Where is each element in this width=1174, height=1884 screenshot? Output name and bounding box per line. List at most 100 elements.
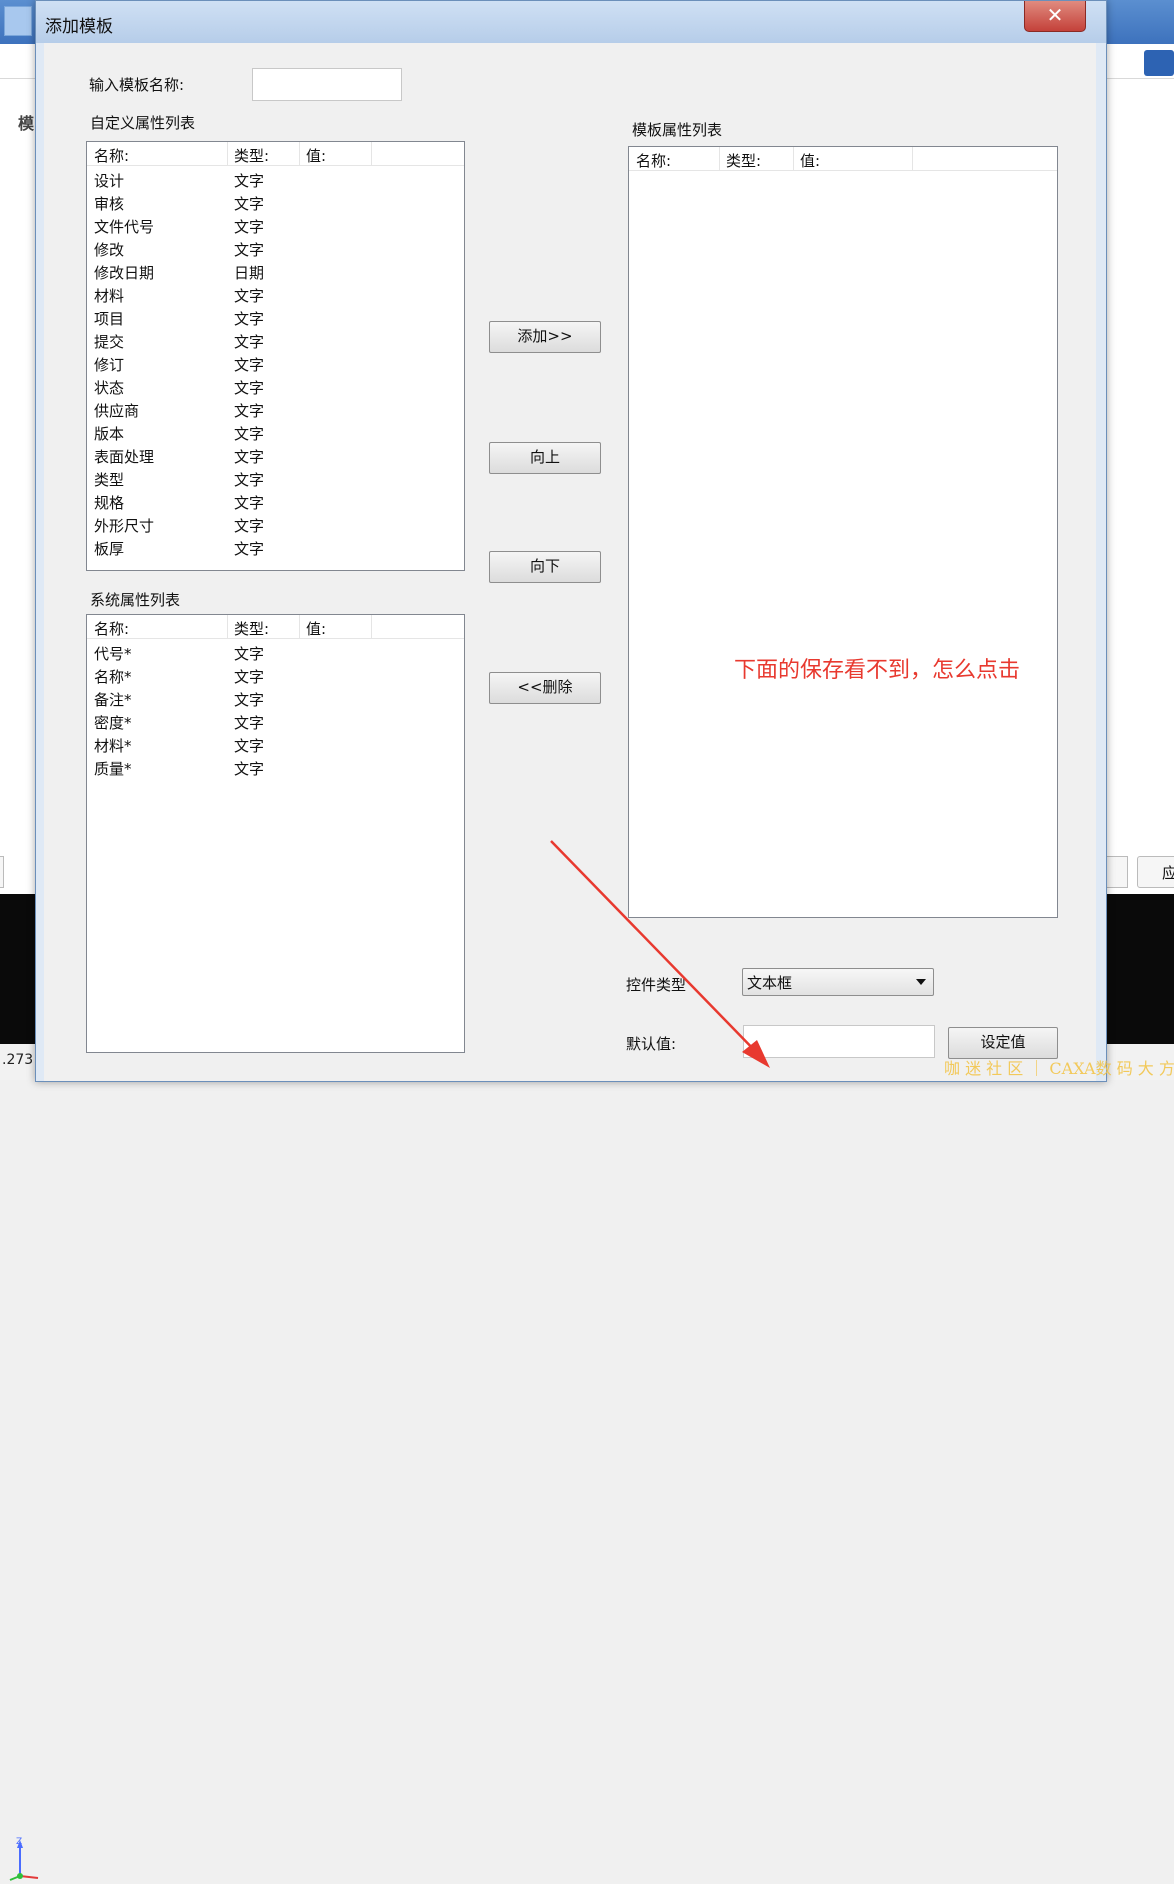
- background-label: 模: [18, 114, 35, 133]
- item-type: 文字: [234, 310, 265, 328]
- item-type: 文字: [234, 287, 265, 305]
- item-type: 文字: [234, 333, 265, 351]
- item-name: 审核: [94, 195, 125, 213]
- list-item[interactable]: 名称* 文字: [87, 664, 464, 687]
- list-item[interactable]: 修改 文字: [87, 237, 464, 260]
- list-item[interactable]: 规格 文字: [87, 490, 464, 513]
- background-apply-button[interactable]: 应: [1137, 856, 1174, 888]
- system-rows: 代号* 文字 名称* 文字 备注* 文字 密度* 文字 材料* 文字 质量* 文字: [87, 641, 464, 779]
- list-item[interactable]: 外形尺寸 文字: [87, 513, 464, 536]
- list-item[interactable]: 设计 文字: [87, 168, 464, 191]
- list-item[interactable]: 修订 文字: [87, 352, 464, 375]
- column-type[interactable]: 类型:: [234, 145, 269, 166]
- column-type[interactable]: 类型:: [726, 150, 761, 171]
- item-name: 修改: [94, 241, 125, 259]
- item-name: 修订: [94, 356, 125, 374]
- item-name: 规格: [94, 494, 125, 512]
- list-item[interactable]: 修改日期 日期: [87, 260, 464, 283]
- item-type: 文字: [234, 379, 265, 397]
- list-item[interactable]: 项目 文字: [87, 306, 464, 329]
- list-item[interactable]: 提交 文字: [87, 329, 464, 352]
- column-name[interactable]: 名称:: [94, 145, 129, 166]
- column-name[interactable]: 名称:: [636, 150, 671, 171]
- item-type: 文字: [234, 737, 265, 755]
- control-type-select[interactable]: 文本框: [742, 968, 934, 996]
- delete-button[interactable]: <<删除: [489, 672, 601, 704]
- dialog-title: 添加模板: [45, 17, 113, 37]
- item-name: 材料: [94, 287, 125, 305]
- item-name: 版本: [94, 425, 125, 443]
- item-name: 材料*: [94, 737, 132, 755]
- item-type: 文字: [234, 540, 265, 558]
- list-item[interactable]: 表面处理 文字: [87, 444, 464, 467]
- system-attributes-list[interactable]: 名称: 类型: 值: 代号* 文字 名称* 文字 备注* 文字 密度* 文字 材料* 文字 质量* 文…: [86, 614, 465, 1053]
- move-down-button[interactable]: 向下: [489, 551, 601, 583]
- template-name-label: 输入模板名称:: [89, 76, 185, 94]
- list-item[interactable]: 板厚 文字: [87, 536, 464, 559]
- background-left-button[interactable]: [0, 856, 4, 888]
- column-value[interactable]: 值:: [800, 150, 820, 171]
- column-divider: [371, 615, 372, 638]
- app-icon: [4, 6, 32, 36]
- default-value-input[interactable]: [743, 1025, 935, 1058]
- column-divider: [299, 142, 300, 165]
- item-type: 文字: [234, 714, 265, 732]
- item-type: 文字: [234, 425, 265, 443]
- list-item[interactable]: 质量* 文字: [87, 756, 464, 779]
- default-value-label: 默认值:: [626, 1035, 677, 1053]
- background-right-button[interactable]: [1106, 856, 1128, 888]
- list-item[interactable]: 版本 文字: [87, 421, 464, 444]
- item-name: 文件代号: [94, 218, 155, 236]
- item-name: 质量*: [94, 760, 132, 778]
- add-button[interactable]: 添加>>: [489, 321, 601, 353]
- column-divider: [227, 142, 228, 165]
- column-type[interactable]: 类型:: [234, 618, 269, 639]
- item-name: 外形尺寸: [94, 517, 155, 535]
- control-type-value: 文本框: [747, 974, 793, 992]
- list-item[interactable]: 密度* 文字: [87, 710, 464, 733]
- template-name-input[interactable]: [252, 68, 402, 101]
- background-blue-button[interactable]: [1144, 50, 1174, 76]
- list-item[interactable]: 供应商 文字: [87, 398, 464, 421]
- item-type: 文字: [234, 356, 265, 374]
- list-item[interactable]: 审核 文字: [87, 191, 464, 214]
- item-type: 日期: [234, 264, 265, 282]
- list-item[interactable]: 材料* 文字: [87, 733, 464, 756]
- list-item[interactable]: 类型 文字: [87, 467, 464, 490]
- list-item[interactable]: 代号* 文字: [87, 641, 464, 664]
- list-header: 名称: 类型: 值:: [87, 615, 464, 639]
- item-name: 板厚: [94, 540, 125, 558]
- custom-attributes-label: 自定义属性列表: [90, 114, 196, 132]
- item-type: 文字: [234, 691, 265, 709]
- item-type: 文字: [234, 760, 265, 778]
- item-type: 文字: [234, 218, 265, 236]
- list-item[interactable]: 文件代号 文字: [87, 214, 464, 237]
- column-value[interactable]: 值:: [306, 145, 326, 166]
- control-type-label: 控件类型: [626, 976, 687, 994]
- dialog-titlebar[interactable]: 添加模板 ✕: [36, 1, 1106, 43]
- item-name: 密度*: [94, 714, 132, 732]
- custom-attributes-list[interactable]: 名称: 类型: 值: 设计 文字 审核 文字 文件代号 文字 修改 文字 修改日期 日期 材料 文字项…: [86, 141, 465, 571]
- template-attributes-list[interactable]: 名称: 类型: 值:: [628, 146, 1058, 918]
- list-item[interactable]: 材料 文字: [87, 283, 464, 306]
- item-name: 备注*: [94, 691, 132, 709]
- close-button[interactable]: ✕: [1024, 1, 1086, 32]
- item-type: 文字: [234, 494, 265, 512]
- item-type: 文字: [234, 172, 265, 190]
- item-type: 文字: [234, 195, 265, 213]
- list-item[interactable]: 备注* 文字: [87, 687, 464, 710]
- item-type: 文字: [234, 668, 265, 686]
- custom-rows: 设计 文字 审核 文字 文件代号 文字 修改 文字 修改日期 日期 材料 文字 项目 文字 提交 文字 修订 文字…: [87, 168, 464, 559]
- item-name: 名称*: [94, 668, 132, 686]
- item-name: 项目: [94, 310, 125, 328]
- column-divider: [912, 147, 913, 170]
- item-type: 文字: [234, 645, 265, 663]
- list-item[interactable]: 状态 文字: [87, 375, 464, 398]
- list-header: 名称: 类型: 值:: [87, 142, 464, 166]
- system-attributes-label: 系统属性列表: [90, 591, 181, 609]
- item-name: 类型: [94, 471, 125, 489]
- item-name: 修改日期: [94, 264, 155, 282]
- column-value[interactable]: 值:: [306, 618, 326, 639]
- column-name[interactable]: 名称:: [94, 618, 129, 639]
- move-up-button[interactable]: 向上: [489, 442, 601, 474]
